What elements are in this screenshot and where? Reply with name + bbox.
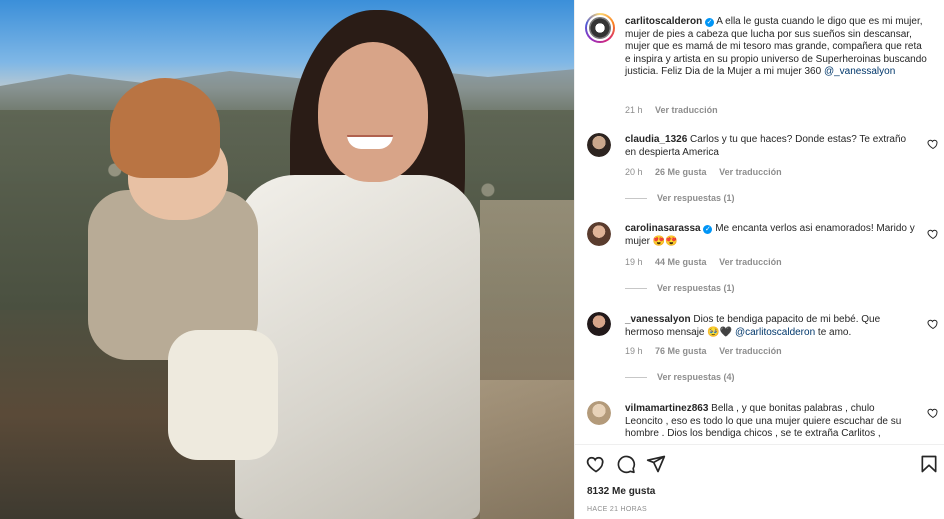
post-side-panel: carlitoscalderon ✓ A ella le gusta cuand… <box>574 0 944 519</box>
author-avatar[interactable] <box>585 13 615 43</box>
verified-badge-icon: ✓ <box>703 225 713 234</box>
comment-avatar[interactable] <box>587 133 611 157</box>
comment-username[interactable]: _vanessalyon <box>625 314 691 325</box>
comment-time: 20 h <box>625 167 643 177</box>
photo-baby-pants <box>168 330 278 460</box>
photo-woman-face <box>318 42 428 182</box>
replies-divider <box>625 197 647 199</box>
post-caption: carlitoscalderon ✓ A ella le gusta cuand… <box>625 16 930 79</box>
replies-divider <box>625 376 647 378</box>
comment-like-heart-icon[interactable] <box>927 138 939 150</box>
post-timestamp[interactable]: HACE 21 HORAS <box>587 506 647 513</box>
caption-time: 21 h <box>625 105 643 115</box>
send-icon[interactable] <box>646 454 666 474</box>
view-replies-button[interactable]: Ver respuestas (1) <box>625 283 735 293</box>
post-like-count[interactable]: 8132 Me gusta <box>587 486 655 497</box>
comment-username[interactable]: claudia_1326 <box>625 134 687 145</box>
comments-list[interactable]: carlitoscalderon ✓ A ella le gusta cuand… <box>575 0 944 444</box>
comment-username[interactable]: carolinasarassa <box>625 223 701 234</box>
view-replies-button[interactable]: Ver respuestas (1) <box>625 193 735 203</box>
comment-like-count[interactable]: 26 Me gusta <box>655 167 707 177</box>
heart-icon[interactable] <box>586 454 606 474</box>
comment-text-after: te amo. <box>817 326 852 338</box>
comment-username[interactable]: vilmamartinez863 <box>625 403 708 414</box>
photo-baby-hat <box>110 78 220 178</box>
verified-badge-icon: ✓ <box>705 18 715 27</box>
view-replies-label: Ver respuestas (1) <box>657 193 735 203</box>
comment-meta: 20 h 26 Me gusta Ver traducción <box>625 167 792 177</box>
view-replies-button[interactable]: Ver respuestas (4) <box>625 372 735 382</box>
comment-meta: 19 h 76 Me gusta Ver traducción <box>625 346 792 356</box>
comment-time: 19 h <box>625 257 643 267</box>
caption-see-translation[interactable]: Ver traducción <box>655 105 718 115</box>
caption-author-username[interactable]: carlitoscalderon <box>625 16 702 27</box>
comment-like-heart-icon[interactable] <box>927 407 939 419</box>
comment-body: carolinasarassa ✓ Me encanta verlos asi … <box>625 223 915 248</box>
view-replies-label: Ver respuestas (4) <box>657 372 735 382</box>
comment-icon[interactable] <box>616 454 636 474</box>
comment-like-heart-icon[interactable] <box>927 228 939 240</box>
comment-body: vilmamartinez863 Bella , y que bonitas p… <box>625 403 915 441</box>
comment-see-translation[interactable]: Ver traducción <box>719 257 782 267</box>
comment-time: 19 h <box>625 346 643 356</box>
comment-mention-link[interactable]: @carlitoscalderon <box>735 327 815 338</box>
post-actions-bar: 8132 Me gusta HACE 21 HORAS <box>575 444 944 519</box>
caption-meta: 21 h Ver traducción <box>625 105 728 115</box>
comment-see-translation[interactable]: Ver traducción <box>719 346 782 356</box>
caption-mention-link[interactable]: @_vanessalyon <box>824 66 895 77</box>
comment-like-count[interactable]: 76 Me gusta <box>655 346 707 356</box>
bookmark-icon[interactable] <box>919 454 939 474</box>
photo-woman-smile <box>347 135 393 149</box>
comment-avatar[interactable] <box>587 401 611 425</box>
comment-like-count[interactable]: 44 Me gusta <box>655 257 707 267</box>
post-photo[interactable] <box>0 0 574 519</box>
comment-avatar[interactable] <box>587 312 611 336</box>
comment-meta: 19 h 44 Me gusta Ver traducción <box>625 257 792 267</box>
comment-like-heart-icon[interactable] <box>927 318 939 330</box>
view-replies-label: Ver respuestas (1) <box>657 283 735 293</box>
comment-body: _vanessalyon Dios te bendiga papacito de… <box>625 314 915 339</box>
comment-see-translation[interactable]: Ver traducción <box>719 167 782 177</box>
comment-avatar[interactable] <box>587 222 611 246</box>
comment-body: claudia_1326 Carlos y tu que haces? Dond… <box>625 134 915 159</box>
replies-divider <box>625 287 647 289</box>
